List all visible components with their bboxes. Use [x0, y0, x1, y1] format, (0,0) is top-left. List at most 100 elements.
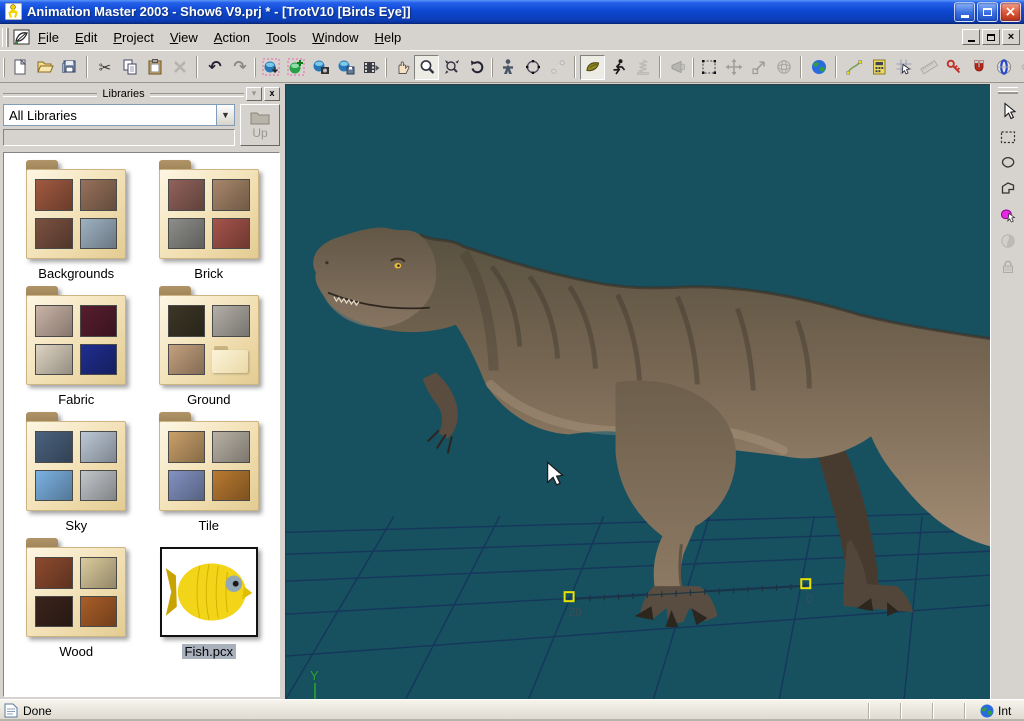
force-tool-button[interactable]: [991, 55, 1016, 80]
move-icon: [725, 58, 743, 76]
subfolder-icon: [212, 344, 250, 376]
menu-item-help[interactable]: Help: [367, 27, 410, 48]
skeletal-mode-button[interactable]: [605, 55, 630, 80]
character-mode-button[interactable]: [495, 55, 520, 80]
texture-thumbnail: [80, 431, 118, 463]
menubar-grip[interactable]: [2, 28, 9, 47]
cut-button[interactable]: ✂: [92, 55, 117, 80]
run-icon: [609, 58, 627, 76]
keyframe-panel-button[interactable]: [866, 55, 891, 80]
toolbar-separator: [800, 56, 802, 78]
pan-tool-button[interactable]: [389, 55, 414, 80]
rect-select-button[interactable]: [995, 124, 1020, 149]
poly-select-button[interactable]: [995, 176, 1020, 201]
zoom-fit-button[interactable]: [439, 55, 464, 80]
sphere-film-icon: [312, 58, 330, 76]
person-icon: [499, 58, 517, 76]
status-bar: Done Int: [0, 699, 1024, 721]
copy-button[interactable]: [117, 55, 142, 80]
panel-close-button[interactable]: x: [264, 87, 280, 101]
panel-rollup-button[interactable]: ▾: [246, 87, 262, 101]
key-icon: [945, 58, 963, 76]
rotate-manipulator-button: [771, 55, 796, 80]
menu-item-project[interactable]: Project: [105, 27, 161, 48]
texture-thumbnail: [35, 431, 73, 463]
library-item-brick[interactable]: Brick: [143, 169, 276, 281]
insert-model-button[interactable]: [258, 55, 283, 80]
texture-thumbnail: [168, 179, 206, 211]
mdi-minimize-button[interactable]: [962, 29, 980, 45]
new-file-button[interactable]: [7, 55, 32, 80]
toolbar-grip[interactable]: [254, 58, 256, 77]
filmstrip-button[interactable]: [358, 55, 383, 80]
menu-item-file[interactable]: File: [30, 27, 67, 48]
library-item-tile[interactable]: Tile: [143, 421, 276, 533]
toolbar-grip[interactable]: [491, 58, 493, 77]
close-button[interactable]: ×: [1000, 2, 1021, 22]
save-all-button[interactable]: [57, 55, 82, 80]
toolbar-separator: [835, 56, 837, 78]
snap-grid-button[interactable]: [891, 55, 916, 80]
group-select-button[interactable]: [995, 202, 1020, 227]
lasso-select-button[interactable]: [995, 150, 1020, 175]
save-render-button[interactable]: [333, 55, 358, 80]
open-file-button[interactable]: [32, 55, 57, 80]
menu-item-edit[interactable]: Edit: [67, 27, 105, 48]
menu-item-tools[interactable]: Tools: [258, 27, 304, 48]
library-item-backgrounds[interactable]: Backgrounds: [10, 169, 143, 281]
toolbar-grip[interactable]: [998, 87, 1018, 94]
toolbar-grip[interactable]: [692, 58, 694, 77]
menu-item-action[interactable]: Action: [206, 27, 258, 48]
spline-tool-button[interactable]: [841, 55, 866, 80]
bounds-manipulator-button[interactable]: [696, 55, 721, 80]
paste-button[interactable]: [142, 55, 167, 80]
muscle-mode-button[interactable]: [580, 55, 605, 80]
clipboard-icon: [146, 58, 164, 76]
up-button-label: Up: [252, 126, 267, 140]
dropdown-arrow-icon[interactable]: ▼: [216, 105, 234, 125]
undo-button[interactable]: ↶: [202, 55, 227, 80]
select-arrow-button[interactable]: [995, 98, 1020, 123]
library-item-sky[interactable]: Sky: [10, 421, 143, 533]
library-item-ground[interactable]: Ground: [143, 295, 276, 407]
toolbar-grip[interactable]: [385, 58, 387, 77]
folder-icon: [26, 169, 126, 259]
add-model-button[interactable]: [283, 55, 308, 80]
minimize-button[interactable]: [954, 2, 975, 22]
spline-icon: [845, 58, 863, 76]
folder-up-icon: [250, 110, 270, 126]
menu-item-view[interactable]: View: [162, 27, 206, 48]
viewport-birds-eye[interactable]: 20 0 Y: [285, 84, 990, 699]
header-rule: [3, 93, 97, 97]
library-item-fabric[interactable]: Fabric: [10, 295, 143, 407]
menu-item-window[interactable]: Window: [304, 27, 366, 48]
hand-icon: [393, 58, 411, 76]
restore-button[interactable]: [977, 2, 998, 22]
up-button[interactable]: Up: [240, 104, 280, 146]
svg-text:↶: ↶: [208, 59, 222, 76]
poly-lasso-icon: [999, 180, 1017, 198]
turn-tool-button[interactable]: [464, 55, 489, 80]
model-mode-button[interactable]: [520, 55, 545, 80]
director-mode-button: [665, 55, 690, 80]
mdi-restore-button[interactable]: [982, 29, 1000, 45]
security-zone: Int: [980, 704, 1024, 718]
status-separator: [868, 703, 870, 719]
libraries-title: Libraries: [97, 88, 149, 100]
library-item-list: BackgroundsBrickFabricGroundSkyTileWoodF…: [3, 152, 280, 697]
key-tool-button[interactable]: [941, 55, 966, 80]
fish-image: [163, 551, 255, 633]
zoom-tool-button[interactable]: [414, 55, 439, 80]
toolbar-grip[interactable]: [3, 58, 5, 77]
magnet-mode-button[interactable]: [966, 55, 991, 80]
texture-thumbnail: [212, 179, 250, 211]
render-movie-button[interactable]: [308, 55, 333, 80]
mdi-close-button[interactable]: ×: [1002, 29, 1020, 45]
force-globe-icon: [995, 58, 1013, 76]
mirror-mode-button: [995, 228, 1020, 253]
library-item-wood[interactable]: Wood: [10, 547, 143, 659]
library-item-fish-pcx[interactable]: Fish.pcx: [143, 547, 276, 659]
library-filter-dropdown[interactable]: All Libraries ▼: [3, 104, 235, 126]
world-view-button[interactable]: [806, 55, 831, 80]
chain-icon: [1020, 58, 1024, 76]
